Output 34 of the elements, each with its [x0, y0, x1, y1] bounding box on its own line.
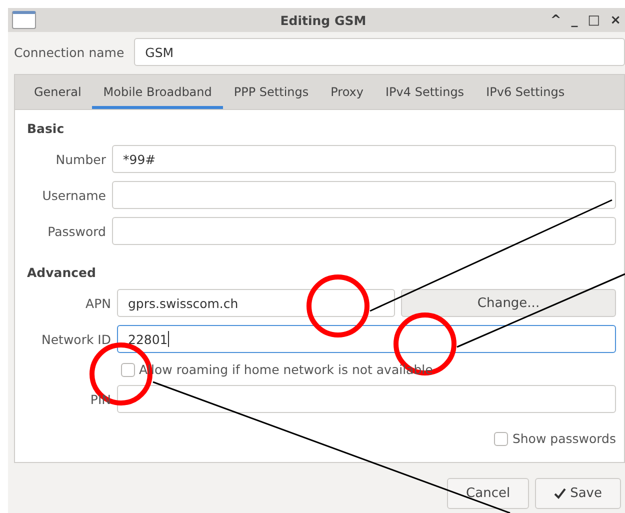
- input-field[interactable]: [117, 385, 616, 413]
- checkbox-label: Show passwords: [512, 431, 616, 446]
- window-icon: [12, 11, 36, 29]
- annotation-circle: [306, 274, 370, 338]
- tab[interactable]: PPP Settings: [222, 75, 320, 109]
- input-field[interactable]: [112, 181, 616, 209]
- input-field[interactable]: GSM: [134, 38, 625, 66]
- section-heading: Advanced: [27, 265, 97, 282]
- input-field[interactable]: [112, 217, 616, 245]
- checkbox[interactable]: [494, 432, 508, 446]
- cancel-button[interactable]: Cancel: [447, 478, 530, 509]
- tab[interactable]: Proxy: [320, 75, 375, 109]
- field-label: Password: [46, 224, 106, 238]
- checkmark-icon: [554, 488, 566, 499]
- field-label: Connection name: [14, 44, 124, 60]
- window-control-button[interactable]: □: [588, 12, 600, 28]
- checkbox[interactable]: [121, 362, 135, 376]
- window-control-button[interactable]: _: [571, 12, 578, 28]
- field-label: Username: [41, 188, 106, 202]
- input-field[interactable]: *99#: [112, 145, 616, 173]
- window-control-button[interactable]: ×: [610, 12, 621, 28]
- input-field[interactable]: gprs.swisscom.ch: [117, 289, 395, 317]
- change-button[interactable]: Change...: [401, 289, 616, 317]
- input-field[interactable]: 22801: [117, 325, 616, 353]
- tab[interactable]: IPv6 Settings: [475, 75, 576, 109]
- window-control-button[interactable]: ^: [550, 12, 562, 28]
- save-button[interactable]: Save: [535, 478, 621, 509]
- field-label: Network ID: [40, 332, 111, 346]
- field-label: Number: [54, 152, 106, 166]
- field-label: APN: [84, 296, 111, 310]
- section-heading: Basic: [27, 121, 66, 138]
- tab[interactable]: IPv4 Settings: [374, 75, 476, 109]
- tab[interactable]: General: [23, 75, 92, 109]
- window-title: Editing GSM: [279, 12, 368, 28]
